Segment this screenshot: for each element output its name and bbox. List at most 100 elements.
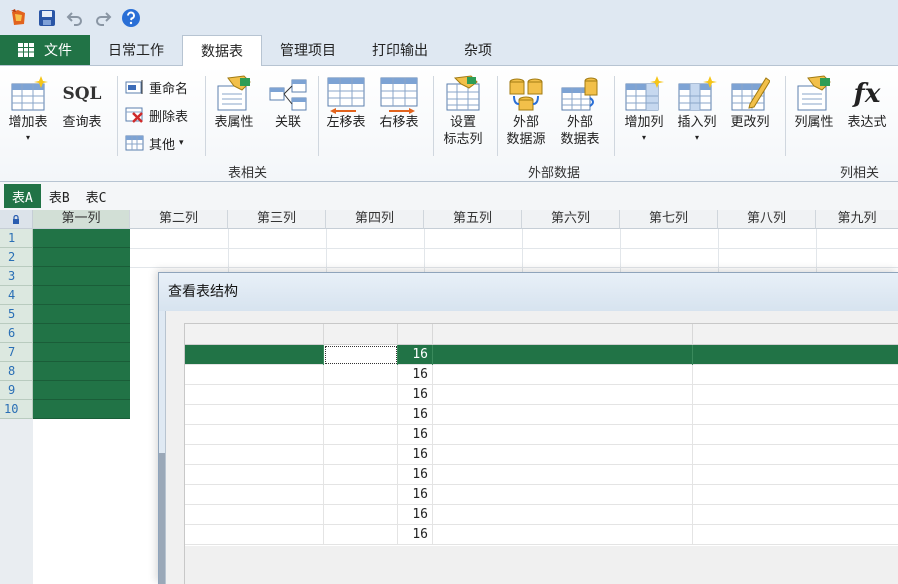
table-cell[interactable] <box>324 465 398 485</box>
table-row[interactable]: 16 <box>185 445 898 465</box>
tab-print-output[interactable]: 打印输出 <box>354 35 446 65</box>
selected-cell[interactable] <box>33 400 130 419</box>
table-cell[interactable] <box>433 485 693 505</box>
column-header[interactable]: 第九列 <box>816 210 898 229</box>
expression-button[interactable]: fx 表达式 <box>847 74 887 131</box>
table-cell[interactable] <box>693 365 898 385</box>
table-row[interactable]: 16 <box>185 525 898 545</box>
selected-cell[interactable] <box>33 381 130 400</box>
sheet-tab-a[interactable]: 表A <box>4 184 41 208</box>
table-cell[interactable]: 16 <box>398 465 433 485</box>
column-header[interactable]: 第三列 <box>228 210 326 229</box>
row-header[interactable]: 10 <box>0 400 33 419</box>
table-cell[interactable] <box>433 505 693 525</box>
table-cell[interactable] <box>433 465 693 485</box>
table-cell[interactable] <box>693 445 898 465</box>
external-datasource-button[interactable]: 外部 数据源 <box>506 74 546 148</box>
selected-cell[interactable] <box>33 324 130 343</box>
selected-cell[interactable] <box>33 286 130 305</box>
other-button[interactable]: 其他 ▾ <box>125 132 184 154</box>
column-header[interactable]: 第八列 <box>718 210 816 229</box>
table-header-cell[interactable] <box>693 324 898 345</box>
selected-cell[interactable] <box>33 343 130 362</box>
table-header-cell[interactable] <box>398 324 433 345</box>
table-cell[interactable] <box>433 365 693 385</box>
row-header[interactable]: 5 <box>0 305 33 324</box>
table-cell[interactable] <box>185 385 324 405</box>
table-cell[interactable] <box>324 485 398 505</box>
table-cell[interactable] <box>185 505 324 525</box>
table-cell[interactable] <box>693 525 898 545</box>
table-header-cell[interactable] <box>433 324 693 345</box>
table-row[interactable]: 16 <box>185 385 898 405</box>
relation-button[interactable]: 关联 <box>268 74 308 131</box>
add-column-button[interactable]: 增加列 ▾ <box>624 74 664 143</box>
add-table-button[interactable]: 增加表 ▾ <box>8 74 48 143</box>
column-header[interactable]: 第四列 <box>326 210 424 229</box>
table-cell[interactable]: 16 <box>398 345 433 365</box>
table-cell[interactable] <box>433 425 693 445</box>
row-header[interactable]: 6 <box>0 324 33 343</box>
table-cell[interactable] <box>693 425 898 445</box>
insert-column-button[interactable]: 插入列 ▾ <box>677 74 717 143</box>
table-row[interactable]: 16 <box>185 465 898 485</box>
tab-daily-work[interactable]: 日常工作 <box>90 35 182 65</box>
delete-table-button[interactable]: 删除表 <box>125 104 188 126</box>
table-header-cell[interactable] <box>324 324 398 345</box>
row-header[interactable]: 2 <box>0 248 33 267</box>
table-row[interactable]: 16 <box>185 425 898 445</box>
row-header[interactable]: 7 <box>0 343 33 362</box>
rename-button[interactable]: 重命名 <box>125 76 188 98</box>
help-icon[interactable] <box>120 7 142 29</box>
table-cell[interactable] <box>185 525 324 545</box>
column-header[interactable]: 第二列 <box>130 210 228 229</box>
table-header-cell[interactable] <box>185 324 324 345</box>
table-cell[interactable] <box>433 385 693 405</box>
table-cell[interactable]: 16 <box>398 505 433 525</box>
column-header[interactable]: 第七列 <box>620 210 718 229</box>
save-icon[interactable] <box>36 7 58 29</box>
table-cell[interactable] <box>185 485 324 505</box>
redo-icon[interactable] <box>92 7 114 29</box>
external-datatable-button[interactable]: 外部 数据表 <box>560 74 600 148</box>
tab-manage-project[interactable]: 管理项目 <box>262 35 354 65</box>
table-cell[interactable] <box>324 365 398 385</box>
tab-data-table[interactable]: 数据表 <box>182 35 262 66</box>
table-cell[interactable]: 16 <box>398 445 433 465</box>
table-cell[interactable]: 16 <box>398 425 433 445</box>
table-cell[interactable] <box>693 385 898 405</box>
move-table-right-button[interactable]: 右移表 <box>379 74 419 131</box>
selected-cell[interactable] <box>33 267 130 286</box>
table-row[interactable]: 16 <box>185 405 898 425</box>
move-table-left-button[interactable]: 左移表 <box>326 74 366 131</box>
column-header[interactable]: 第五列 <box>424 210 522 229</box>
table-cell[interactable] <box>693 465 898 485</box>
table-row[interactable]: 16 <box>185 345 898 365</box>
column-header[interactable]: 第六列 <box>522 210 620 229</box>
table-cell[interactable] <box>324 525 398 545</box>
row-header[interactable]: 4 <box>0 286 33 305</box>
sheet-tab-b[interactable]: 表B <box>41 184 78 208</box>
selected-cell[interactable] <box>33 229 130 248</box>
table-cell[interactable] <box>433 525 693 545</box>
table-cell[interactable] <box>324 345 398 365</box>
table-cell[interactable] <box>185 365 324 385</box>
column-header[interactable]: 第一列 <box>33 210 130 229</box>
column-properties-button[interactable]: 列属性 <box>794 74 834 131</box>
table-cell[interactable]: 16 <box>398 405 433 425</box>
table-cell[interactable] <box>433 405 693 425</box>
selected-cell[interactable] <box>33 248 130 267</box>
row-header[interactable]: 9 <box>0 381 33 400</box>
row-header[interactable]: 3 <box>0 267 33 286</box>
table-cell[interactable] <box>185 465 324 485</box>
table-cell[interactable] <box>185 345 324 365</box>
table-cell[interactable] <box>324 505 398 525</box>
table-row[interactable]: 16 <box>185 485 898 505</box>
table-row[interactable]: 16 <box>185 365 898 385</box>
selected-cell[interactable] <box>33 362 130 381</box>
table-cell[interactable] <box>693 345 898 365</box>
table-cell[interactable] <box>185 425 324 445</box>
row-header[interactable]: 1 <box>0 229 33 248</box>
table-properties-button[interactable]: 表属性 <box>214 74 254 131</box>
table-cell[interactable]: 16 <box>398 385 433 405</box>
